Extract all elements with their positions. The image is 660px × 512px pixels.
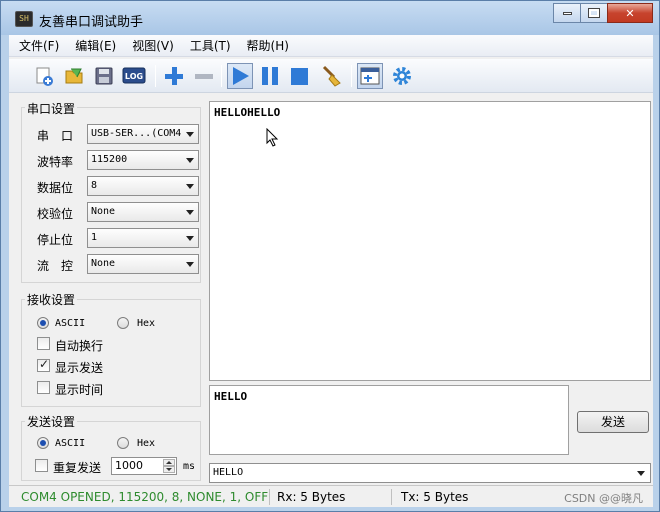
spin-down-icon[interactable] <box>163 466 175 473</box>
client-area: 文件(F) 编辑(E) 视图(V) 工具(T) 帮助(H) LOG 串口设置 串… <box>9 35 653 507</box>
stopbits-select[interactable]: 1 <box>87 228 199 248</box>
baud-label: 波特率 <box>37 155 74 169</box>
rx-count: Rx: 5 Bytes <box>277 490 346 504</box>
receive-ascii-label: ASCII <box>55 318 86 329</box>
chevron-down-icon <box>186 184 194 189</box>
menu-view[interactable]: 视图(V) <box>132 37 174 54</box>
port-label: 串 口 <box>37 129 74 143</box>
mouse-cursor-icon <box>266 128 279 147</box>
window-controls: ✕ <box>553 3 653 23</box>
send-ascii-radio[interactable] <box>37 437 49 449</box>
send-text: HELLO <box>214 390 248 403</box>
add-button[interactable] <box>161 63 187 89</box>
port-select[interactable]: USB-SER...(COM4 <box>87 124 199 144</box>
maximize-button[interactable] <box>580 3 608 23</box>
title-bar[interactable]: SH 友善串口调试助手 ✕ <box>1 1 659 35</box>
interval-unit: ms <box>183 461 196 472</box>
chevron-down-icon <box>186 236 194 241</box>
maximize-icon <box>588 8 600 18</box>
new-file-icon <box>36 67 53 86</box>
open-button[interactable] <box>61 63 87 89</box>
svg-text:LOG: LOG <box>125 72 143 81</box>
show-send-checkbox[interactable] <box>37 357 50 372</box>
menu-bar: 文件(F) 编辑(E) 视图(V) 工具(T) 帮助(H) <box>9 35 653 57</box>
save-button[interactable] <box>91 63 117 89</box>
send-textarea[interactable]: HELLO <box>209 385 569 455</box>
stopbits-label: 停止位 <box>37 233 74 247</box>
add-icon <box>165 67 183 85</box>
start-button[interactable] <box>227 63 253 89</box>
send-settings-title: 发送设置 <box>25 413 78 430</box>
spin-up-icon[interactable] <box>163 459 175 466</box>
auto-wrap-checkbox[interactable] <box>37 337 50 350</box>
repeat-interval-input[interactable]: 1000 <box>111 457 177 475</box>
tx-count: Tx: 5 Bytes <box>401 490 469 504</box>
receive-ascii-radio[interactable] <box>37 317 49 329</box>
settings-gear-icon <box>393 67 411 85</box>
repeat-send-checkbox[interactable] <box>35 459 48 472</box>
send-hex-radio[interactable] <box>117 437 129 449</box>
new-file-button[interactable] <box>31 63 57 89</box>
menu-tools[interactable]: 工具(T) <box>190 37 231 54</box>
settings-button[interactable] <box>389 63 415 89</box>
chevron-down-icon <box>186 158 194 163</box>
parity-label: 校验位 <box>37 207 74 221</box>
chevron-down-icon <box>637 471 645 476</box>
receive-text: HELLOHELLO <box>214 106 281 119</box>
log-icon: LOG <box>122 67 146 84</box>
remove-icon <box>195 74 213 79</box>
play-icon <box>233 67 249 85</box>
open-folder-icon <box>65 68 83 84</box>
baud-select[interactable]: 115200 <box>87 150 199 170</box>
app-window: SH 友善串口调试助手 ✕ 文件(F) 编辑(E) 视图(V) 工具(T) 帮助… <box>0 0 660 512</box>
auto-wrap-label: 自动换行 <box>55 339 104 353</box>
clear-button[interactable] <box>319 63 345 89</box>
toolbar: LOG <box>9 59 653 93</box>
pause-button[interactable] <box>257 63 283 89</box>
serial-settings-title: 串口设置 <box>25 100 78 117</box>
send-button[interactable]: 发送 <box>577 411 649 433</box>
chevron-down-icon <box>186 132 194 137</box>
menu-file[interactable]: 文件(F) <box>19 37 59 54</box>
watermark: CSDN @@晓凡 <box>564 492 643 505</box>
stop-icon <box>291 68 308 85</box>
window-title: 友善串口调试助手 <box>39 15 144 30</box>
minimize-button[interactable] <box>553 3 581 23</box>
status-bar: COM4 OPENED, 115200, 8, NONE, 1, OFF Rx:… <box>9 485 653 507</box>
new-window-icon <box>360 67 380 85</box>
show-time-checkbox[interactable] <box>37 381 50 394</box>
send-hex-label: Hex <box>137 438 156 449</box>
log-button[interactable]: LOG <box>121 63 147 89</box>
clear-broom-icon <box>322 65 341 87</box>
show-send-label: 显示发送 <box>55 361 104 375</box>
receive-settings-title: 接收设置 <box>25 291 78 308</box>
remove-button[interactable] <box>191 63 217 89</box>
stop-button[interactable] <box>287 63 313 89</box>
chevron-down-icon <box>186 210 194 215</box>
repeat-send-label: 重复发送 <box>53 461 102 475</box>
show-time-label: 显示时间 <box>55 383 104 397</box>
send-history-select[interactable]: HELLO <box>209 463 651 483</box>
minimize-icon <box>562 11 572 15</box>
close-icon: ✕ <box>625 6 635 20</box>
databits-select[interactable]: 8 <box>87 176 199 196</box>
save-icon <box>95 67 113 85</box>
menu-help[interactable]: 帮助(H) <box>247 37 289 54</box>
receive-textarea[interactable]: HELLOHELLO <box>209 101 651 381</box>
flow-label: 流 控 <box>37 259 74 273</box>
databits-label: 数据位 <box>37 181 74 195</box>
new-window-button[interactable] <box>357 63 383 89</box>
receive-hex-radio[interactable] <box>117 317 129 329</box>
receive-hex-label: Hex <box>137 318 156 329</box>
flow-select[interactable]: None <box>87 254 199 274</box>
send-ascii-label: ASCII <box>55 438 86 449</box>
chevron-down-icon <box>186 262 194 267</box>
pause-icon <box>262 67 278 85</box>
port-status: COM4 OPENED, 115200, 8, NONE, 1, OFF <box>21 490 269 504</box>
close-button[interactable]: ✕ <box>607 3 653 23</box>
app-icon: SH <box>15 11 33 27</box>
menu-edit[interactable]: 编辑(E) <box>75 37 116 54</box>
parity-select[interactable]: None <box>87 202 199 222</box>
